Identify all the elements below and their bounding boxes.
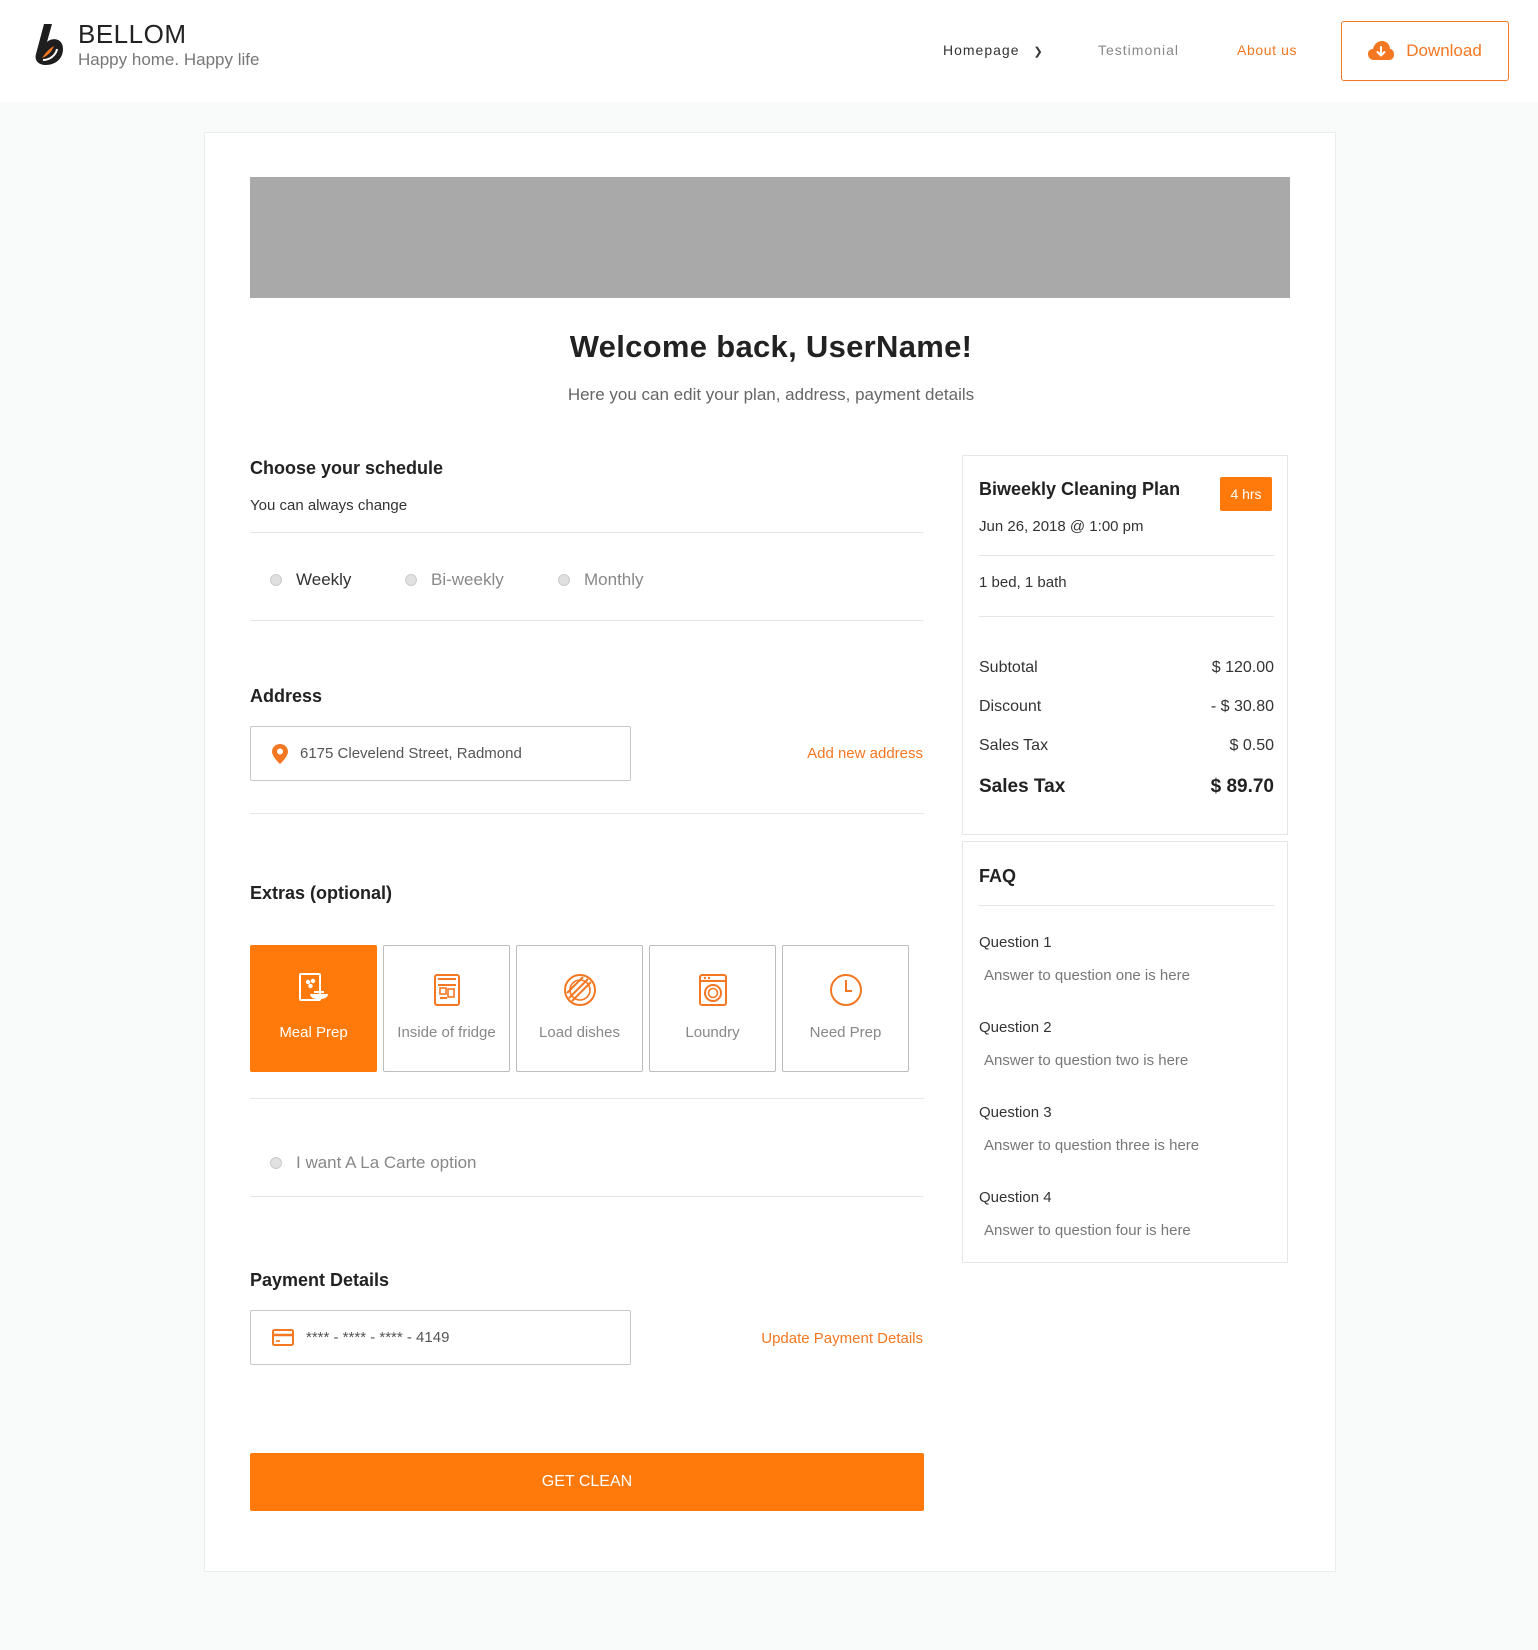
dishes-icon xyxy=(563,974,596,1006)
cloud-download-icon xyxy=(1368,41,1395,60)
alacarte-label: I want A La Carte option xyxy=(296,1153,477,1172)
divider xyxy=(979,616,1274,617)
total-label: Sales Tax xyxy=(979,776,1066,797)
divider xyxy=(250,813,924,814)
header: BELLOM Happy home. Happy life Homepage ❯ … xyxy=(0,0,1538,102)
page-subtitle: Here you can edit your plan, address, pa… xyxy=(567,385,975,404)
alacarte-option[interactable]: I want A La Carte option xyxy=(270,1153,477,1173)
divider xyxy=(250,620,924,621)
faq-question[interactable]: Question 2 xyxy=(979,1019,1052,1036)
divider xyxy=(250,1098,924,1099)
nav-homepage[interactable]: Homepage ❯ xyxy=(943,42,1044,58)
payment-card-field[interactable]: **** - **** - **** - 4149 xyxy=(250,1310,631,1365)
account-card: Welcome back, UserName! Here you can edi… xyxy=(204,132,1336,1572)
subtotal-row: Subtotal $ 120.00 xyxy=(979,659,1274,677)
credit-card-icon xyxy=(272,1329,294,1346)
location-pin-icon xyxy=(272,743,288,764)
divider xyxy=(979,555,1274,556)
extras-title: Extras (optional) xyxy=(250,883,393,903)
schedule-option-label: Weekly xyxy=(296,570,352,589)
address-title: Address xyxy=(250,686,323,706)
faq-panel: FAQ Question 1 Answer to question one is… xyxy=(962,841,1288,1263)
fridge-icon xyxy=(433,974,460,1006)
schedule-option-monthly[interactable]: Monthly xyxy=(558,570,644,590)
extra-label: Meal Prep xyxy=(279,1024,348,1041)
bellom-logo[interactable] xyxy=(30,22,68,66)
card-number: **** - **** - **** - 4149 xyxy=(306,1329,450,1346)
tax-value: $ 0.50 xyxy=(1229,737,1274,754)
subtotal-value: $ 120.00 xyxy=(1211,659,1274,676)
extra-need-prep[interactable]: Need Prep xyxy=(782,945,909,1072)
payment-title: Payment Details xyxy=(250,1270,390,1290)
faq-answer: Answer to question three is here xyxy=(984,1137,1200,1154)
extra-load-dishes[interactable]: Load dishes xyxy=(516,945,643,1072)
total-value: $ 89.70 xyxy=(1210,776,1274,797)
plan-summary: Biweekly Cleaning Plan 4 hrs Jun 26, 201… xyxy=(962,455,1288,835)
total-row: Sales Tax $ 89.70 xyxy=(979,776,1274,798)
update-payment-link[interactable]: Update Payment Details xyxy=(761,1330,923,1347)
plan-duration-badge: 4 hrs xyxy=(1220,477,1272,511)
brand-tagline: Happy home. Happy life xyxy=(78,50,260,69)
faq-title: FAQ xyxy=(979,866,1017,886)
divider xyxy=(250,532,924,533)
extra-laundry[interactable]: Loundry xyxy=(649,945,776,1072)
download-label: Download xyxy=(1406,41,1482,60)
schedule-option-label: Monthly xyxy=(584,570,644,589)
extras-list: Meal Prep Inside of fridge Load dishes L… xyxy=(250,945,909,1072)
faq-question[interactable]: Question 3 xyxy=(979,1104,1052,1121)
extra-label: Inside of fridge xyxy=(397,1024,496,1041)
extra-inside-fridge[interactable]: Inside of fridge xyxy=(383,945,510,1072)
radio-icon xyxy=(405,574,417,586)
meal-prep-icon xyxy=(298,973,328,1001)
schedule-option-label: Bi-weekly xyxy=(431,570,504,589)
radio-icon xyxy=(558,574,570,586)
discount-row: Discount - $ 30.80 xyxy=(979,698,1274,716)
extra-meal-prep[interactable]: Meal Prep xyxy=(250,945,377,1072)
divider xyxy=(979,905,1274,906)
faq-answer: Answer to question two is here xyxy=(984,1052,1189,1069)
address-value: 6175 Clevelend Street, Radmond xyxy=(300,745,522,762)
radio-icon xyxy=(270,574,282,586)
tax-row: Sales Tax $ 0.50 xyxy=(979,737,1274,755)
plan-date: Jun 26, 2018 @ 1:00 pm xyxy=(979,518,1144,535)
discount-label: Discount xyxy=(979,698,1042,715)
schedule-option-weekly[interactable]: Weekly xyxy=(270,570,351,590)
tax-label: Sales Tax xyxy=(979,737,1049,754)
faq-question[interactable]: Question 4 xyxy=(979,1189,1052,1206)
extra-label: Load dishes xyxy=(539,1024,620,1041)
faq-answer: Answer to question one is here xyxy=(984,967,1190,984)
plan-rooms: 1 bed, 1 bath xyxy=(979,574,1067,591)
address-field[interactable]: 6175 Clevelend Street, Radmond xyxy=(250,726,631,781)
banner-image xyxy=(250,177,1290,298)
divider xyxy=(250,1196,924,1197)
chevron-down-icon: ❯ xyxy=(1033,46,1044,58)
schedule-option-biweekly[interactable]: Bi-weekly xyxy=(405,570,504,590)
add-address-link[interactable]: Add new address xyxy=(807,745,923,762)
get-clean-button[interactable]: GET CLEAN xyxy=(250,1453,924,1511)
laundry-icon xyxy=(698,974,727,1006)
page-title: Welcome back, UserName! xyxy=(569,329,973,364)
brand-name: BELLOM xyxy=(78,19,187,49)
schedule-subtitle: You can always change xyxy=(250,497,408,514)
nav-testimonial[interactable]: Testimonial xyxy=(1098,42,1179,58)
extra-label: Need Prep xyxy=(809,1024,882,1041)
faq-question[interactable]: Question 1 xyxy=(979,934,1052,951)
discount-value: - $ 30.80 xyxy=(1210,698,1274,715)
faq-answer: Answer to question four is here xyxy=(984,1222,1191,1239)
nav-homepage-label: Homepage xyxy=(943,42,1020,58)
extra-label: Loundry xyxy=(685,1024,740,1041)
subtotal-label: Subtotal xyxy=(979,659,1038,676)
clock-icon xyxy=(829,974,862,1006)
schedule-title: Choose your schedule xyxy=(250,458,444,478)
plan-title: Biweekly Cleaning Plan xyxy=(979,479,1181,499)
nav-about-us[interactable]: About us xyxy=(1237,42,1297,58)
download-button[interactable]: Download xyxy=(1341,21,1509,81)
radio-icon xyxy=(270,1157,282,1169)
